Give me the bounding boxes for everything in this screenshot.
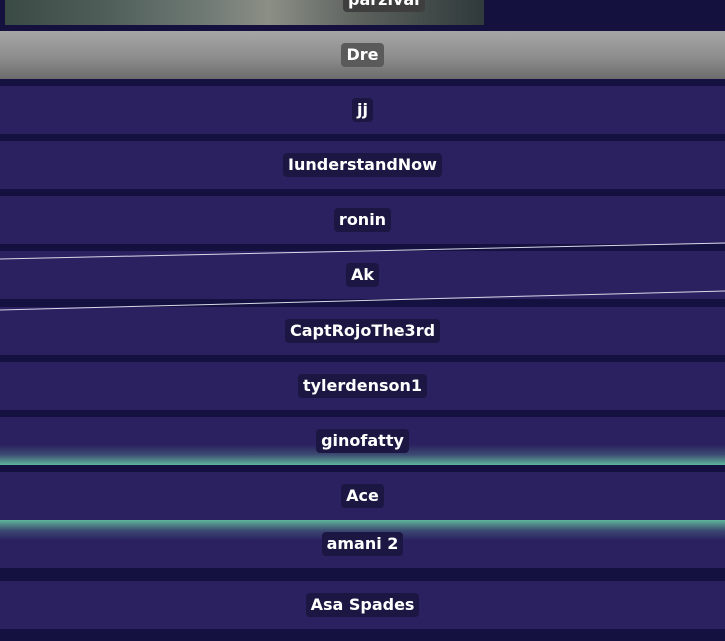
list-item[interactable]: tylerdenson1 — [0, 362, 725, 410]
list-item[interactable]: Ak — [0, 251, 725, 299]
list-item-parzival[interactable]: parzival — [0, 0, 725, 31]
player-name: jj — [352, 98, 373, 122]
list-item[interactable]: ginofatty — [0, 417, 725, 465]
player-name: CaptRojoThe3rd — [284, 319, 441, 343]
player-name: amani 2 — [321, 532, 404, 556]
player-name: Dre — [341, 43, 384, 67]
list-item[interactable]: ronin — [0, 196, 725, 244]
player-name: Ak — [345, 263, 380, 287]
list-item[interactable]: jj — [0, 86, 725, 134]
list-item[interactable]: Asa Spades — [0, 581, 725, 629]
list-item[interactable]: CaptRojoThe3rd — [0, 307, 725, 355]
list-item-selected[interactable]: Dre — [0, 31, 725, 79]
list-item[interactable]: IunderstandNow — [0, 141, 725, 189]
player-name: IunderstandNow — [283, 153, 442, 177]
player-name: tylerdenson1 — [297, 374, 428, 398]
list-item[interactable]: Ace — [0, 472, 725, 520]
player-name: ginofatty — [316, 429, 409, 453]
player-name: Ace — [341, 484, 384, 508]
player-name: ronin — [333, 208, 392, 232]
player-name: parzival — [343, 0, 425, 12]
list-item[interactable]: amani 2 — [0, 520, 725, 568]
player-list: parzival Dre jj IunderstandNow ronin Ak … — [0, 0, 725, 641]
player-name: Asa Spades — [305, 593, 420, 617]
